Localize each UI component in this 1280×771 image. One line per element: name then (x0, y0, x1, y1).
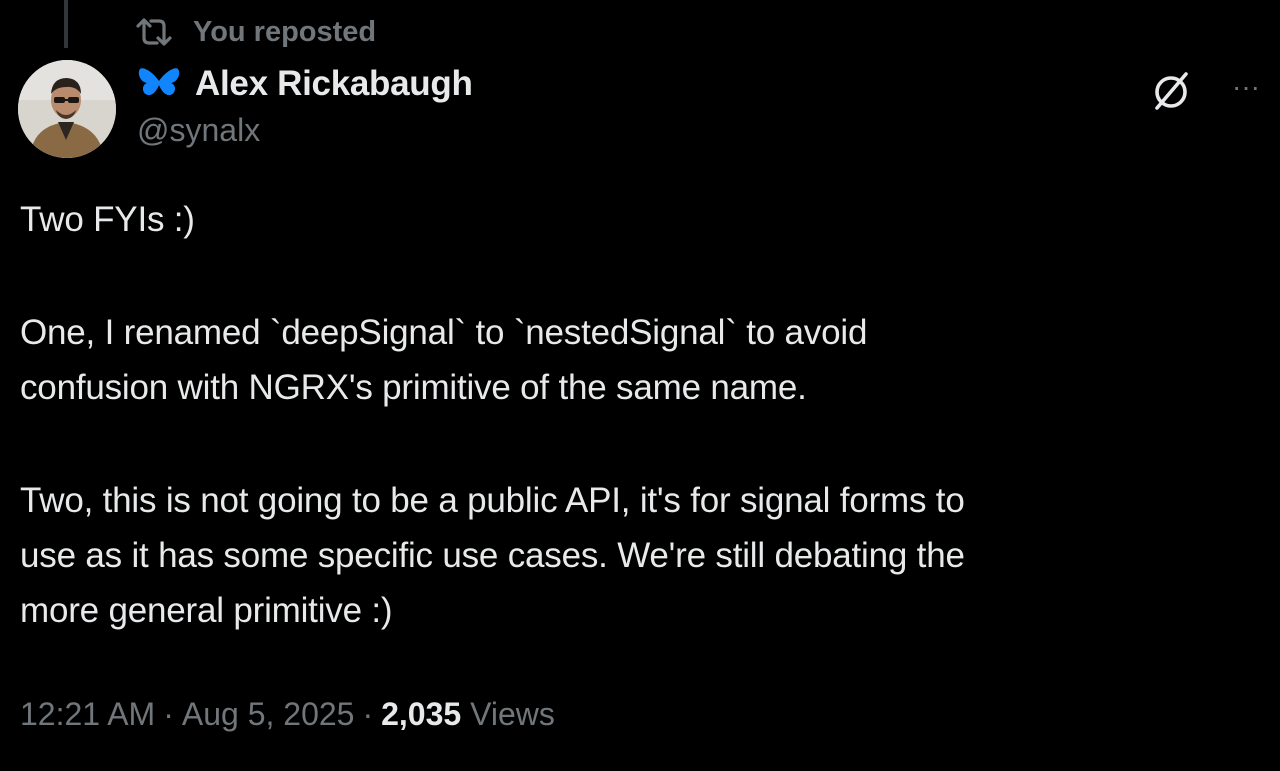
meta-separator: · (163, 696, 174, 732)
author-row[interactable]: Alex Rickabaugh (137, 62, 473, 106)
tweet-paragraph: One, I renamed `deepSignal` to `nestedSi… (20, 313, 868, 407)
repost-label: You reposted (193, 15, 377, 48)
grok-icon[interactable] (1148, 68, 1194, 114)
tweet-time[interactable]: 12:21 AM (20, 696, 155, 732)
author-handle[interactable]: @synalx (137, 112, 260, 149)
tweet-metadata: 12:21 AM · Aug 5, 2025 · 2,035 Views (20, 696, 555, 733)
thread-connector-line (64, 0, 68, 48)
tweet-paragraph: Two FYIs :) (20, 200, 195, 239)
tweet-date[interactable]: Aug 5, 2025 (182, 696, 355, 732)
tweet-text: Two FYIs :) One, I renamed `deepSignal` … (20, 192, 1260, 638)
butterfly-icon (137, 64, 181, 104)
views-label: Views (470, 696, 555, 732)
more-horizontal-icon[interactable]: ··· (1222, 72, 1270, 102)
repost-icon (135, 16, 173, 48)
meta-separator: · (362, 696, 374, 732)
tweet-paragraph: Two, this is not going to be a public AP… (20, 481, 965, 630)
views-count: 2,035 (381, 696, 462, 732)
repost-indicator[interactable]: You reposted (135, 14, 376, 50)
author-display-name: Alex Rickabaugh (195, 64, 473, 103)
avatar[interactable] (18, 60, 116, 158)
